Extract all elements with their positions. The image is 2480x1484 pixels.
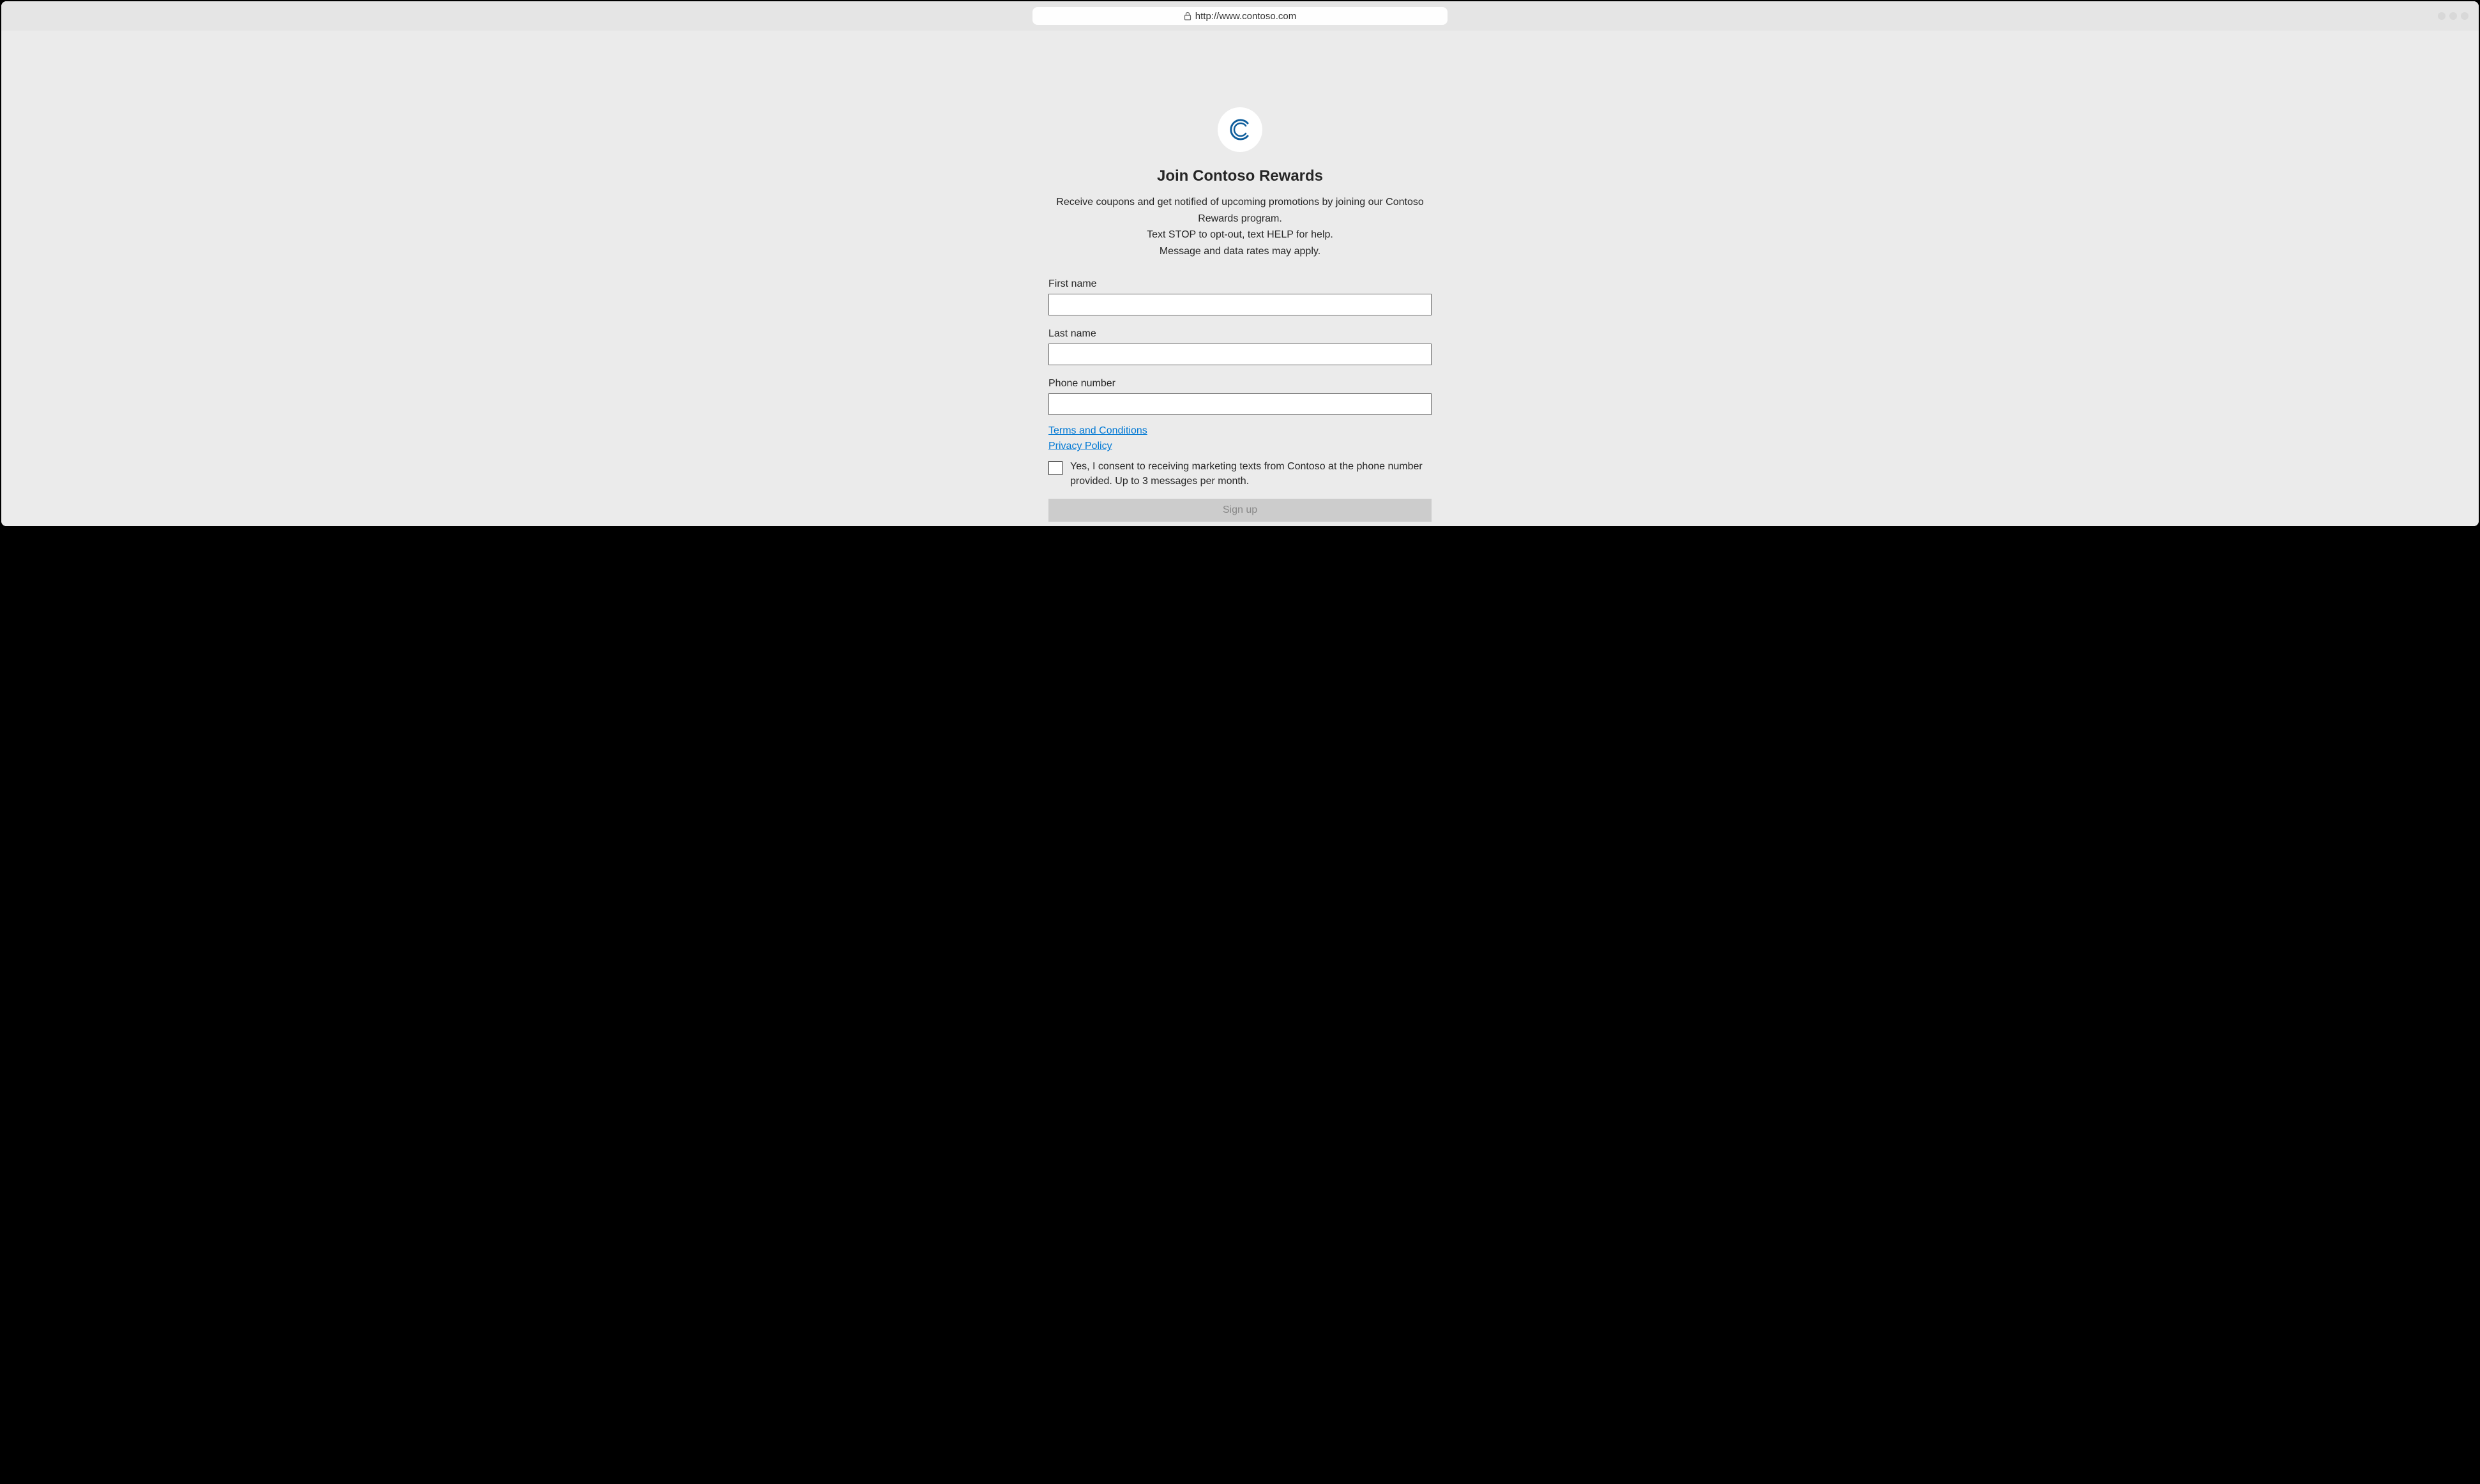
signup-button[interactable]: Sign up: [1048, 499, 1432, 522]
description-line-2: Text STOP to opt-out, text HELP for help…: [1048, 227, 1432, 243]
page-title: Join Contoso Rewards: [1157, 167, 1323, 185]
url-bar[interactable]: http://www.contoso.com: [1032, 7, 1448, 25]
phone-label: Phone number: [1048, 378, 1432, 390]
consent-row: Yes, I consent to receiving marketing te…: [1048, 460, 1432, 488]
description-line-1: Receive coupons and get notified of upco…: [1048, 194, 1432, 227]
browser-window: http://www.contoso.com Join Contoso Rewa…: [1, 1, 2479, 526]
first-name-input[interactable]: [1048, 294, 1432, 315]
consent-checkbox[interactable]: [1048, 461, 1062, 475]
legal-links: Terms and Conditions Privacy Policy: [1048, 425, 1432, 452]
description-line-3: Message and data rates may apply.: [1048, 243, 1432, 260]
first-name-label: First name: [1048, 278, 1432, 290]
page-description: Receive coupons and get notified of upco…: [1048, 194, 1432, 259]
browser-chrome: http://www.contoso.com: [1, 1, 2479, 31]
page-content: Join Contoso Rewards Receive coupons and…: [1, 31, 2479, 526]
window-dot-1[interactable]: [2438, 12, 2446, 20]
url-text: http://www.contoso.com: [1195, 11, 1296, 22]
last-name-label: Last name: [1048, 328, 1432, 340]
terms-link[interactable]: Terms and Conditions: [1048, 425, 1147, 437]
signup-form: First name Last name Phone number Terms …: [1048, 278, 1432, 522]
logo-container: [1218, 107, 1262, 152]
first-name-group: First name: [1048, 278, 1432, 315]
last-name-group: Last name: [1048, 328, 1432, 365]
phone-group: Phone number: [1048, 378, 1432, 415]
window-dot-2[interactable]: [2449, 12, 2457, 20]
contoso-logo-icon: [1227, 117, 1253, 142]
window-dot-3[interactable]: [2461, 12, 2469, 20]
consent-text: Yes, I consent to receiving marketing te…: [1070, 460, 1432, 488]
phone-input[interactable]: [1048, 393, 1432, 415]
window-controls: [2438, 12, 2469, 20]
privacy-link[interactable]: Privacy Policy: [1048, 441, 1112, 452]
last-name-input[interactable]: [1048, 344, 1432, 365]
lock-icon: [1184, 11, 1191, 20]
